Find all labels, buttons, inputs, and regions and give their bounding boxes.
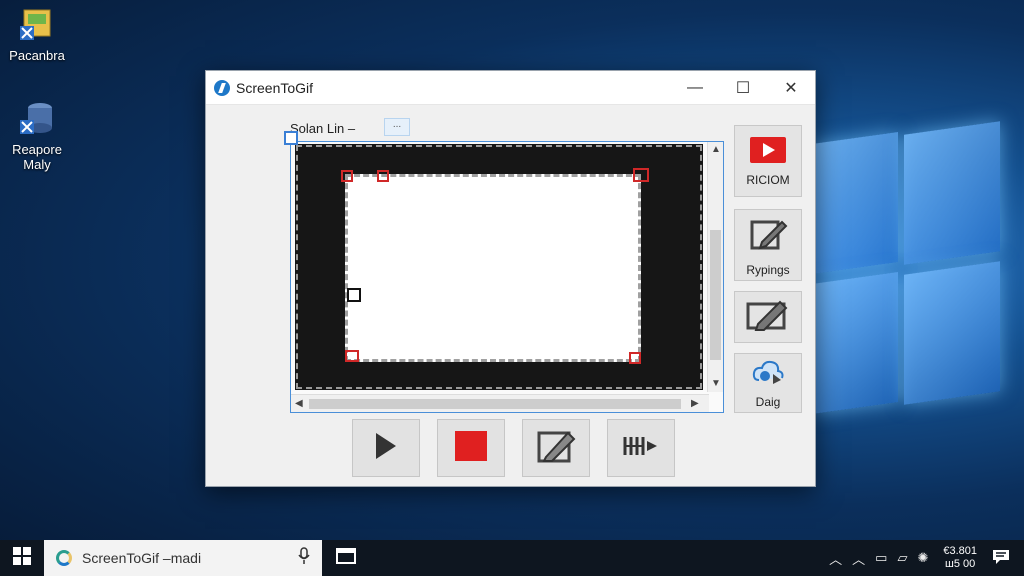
- scroll-down-icon[interactable]: ▼: [711, 378, 721, 389]
- scroll-up-icon[interactable]: ▲: [711, 144, 721, 155]
- edit-icon: [536, 427, 576, 470]
- settings-icon[interactable]: ✺: [917, 550, 928, 566]
- edit-icon: [748, 214, 788, 259]
- desktop-icon-reapore[interactable]: Reapore Maly: [0, 100, 74, 172]
- screentogif-icon: [214, 79, 230, 96]
- windows-logo: [812, 118, 1012, 428]
- vertical-scroll-thumb[interactable]: [710, 230, 721, 360]
- chevron-up-icon[interactable]: ︿: [829, 549, 842, 568]
- editor-button[interactable]: Rypings: [734, 209, 802, 281]
- selection-label: Solan Lin –: [290, 121, 356, 136]
- editor-label: Rypings: [746, 262, 790, 277]
- record-button[interactable]: RICIOM: [734, 125, 802, 197]
- stop-button[interactable]: [437, 419, 505, 477]
- upload-label: Daig: [755, 394, 781, 409]
- clock-time: €3.801: [943, 545, 977, 557]
- window-title: ScreenToGif: [236, 79, 314, 96]
- split-icon: [621, 433, 661, 464]
- play-button[interactable]: [352, 419, 420, 477]
- resize-handle-bottom-right[interactable]: [629, 352, 641, 364]
- folder-icon[interactable]: ▱: [897, 550, 907, 566]
- database-icon: [18, 100, 56, 138]
- windows-icon: [13, 546, 31, 570]
- play-icon: [374, 431, 398, 466]
- split-button[interactable]: [607, 419, 675, 477]
- cortana-icon: [56, 550, 72, 566]
- folder-icon: [18, 6, 56, 44]
- notification-icon[interactable]: [992, 549, 1010, 568]
- scroll-right-icon[interactable]: ▶: [691, 398, 699, 409]
- record-label: RICIOM: [746, 172, 790, 187]
- cloud-icon: [751, 358, 785, 391]
- selection-size-box[interactable]: ...: [384, 118, 410, 136]
- horizontal-scrollbar[interactable]: ◀ ▶: [291, 394, 709, 412]
- scroll-left-icon[interactable]: ◀: [295, 398, 303, 409]
- pencil-icon: [746, 298, 790, 337]
- clock[interactable]: €3.801 ш5 00: [943, 545, 977, 571]
- start-button[interactable]: [0, 540, 44, 576]
- desktop-icon-label: Reapore Maly: [12, 142, 62, 172]
- record-icon: [749, 136, 787, 169]
- taskbar: ScreenToGif –madi ︿ ︿ ▭ ▱ ✺ €3.801 ш5 00: [0, 540, 1024, 576]
- capture-region[interactable]: [345, 174, 641, 362]
- search-text[interactable]: ScreenToGif –madi: [82, 550, 298, 566]
- vertical-scrollbar[interactable]: ▲ ▼: [707, 142, 723, 392]
- desktop-icon-label: Pacanbra: [9, 48, 65, 63]
- upload-button[interactable]: Daig: [734, 353, 802, 413]
- network-icon[interactable]: ▭: [875, 550, 887, 566]
- resize-handle-top-left[interactable]: [341, 170, 353, 182]
- microphone-icon[interactable]: [298, 546, 310, 570]
- minimize-button[interactable]: —: [671, 71, 719, 105]
- screentogif-window: ScreenToGif — ☐ ✕ Solan Lin – ... ▲ ▼ ◀ …: [205, 70, 816, 487]
- board-button[interactable]: [734, 291, 802, 343]
- capture-frame: [295, 144, 703, 390]
- chevron-up-icon[interactable]: ︿: [852, 549, 865, 568]
- edit-button[interactable]: [522, 419, 590, 477]
- desktop-icon-pacanbra[interactable]: Pacanbra: [0, 6, 74, 63]
- horizontal-scroll-thumb[interactable]: [309, 399, 681, 409]
- title-bar[interactable]: ScreenToGif — ☐ ✕: [206, 71, 815, 105]
- canvas-corner-handle[interactable]: [284, 131, 298, 145]
- taskbar-app-screentogif[interactable]: [324, 540, 368, 576]
- capture-canvas[interactable]: ▲ ▼ ◀ ▶: [290, 141, 724, 413]
- resize-handle-bottom-left[interactable]: [345, 350, 359, 362]
- resize-handle-left[interactable]: [347, 288, 361, 302]
- resize-handle-top-right[interactable]: [633, 168, 649, 182]
- stop-icon: [455, 430, 487, 466]
- window-icon: [336, 547, 356, 569]
- taskbar-search[interactable]: ScreenToGif –madi: [44, 540, 322, 576]
- maximize-button[interactable]: ☐: [719, 71, 767, 105]
- resize-handle-top[interactable]: [377, 170, 389, 182]
- system-tray: ︿ ︿ ▭ ▱ ✺ €3.801 ш5 00: [824, 540, 1024, 576]
- close-button[interactable]: ✕: [767, 71, 815, 105]
- clock-date: ш5 00: [945, 558, 976, 570]
